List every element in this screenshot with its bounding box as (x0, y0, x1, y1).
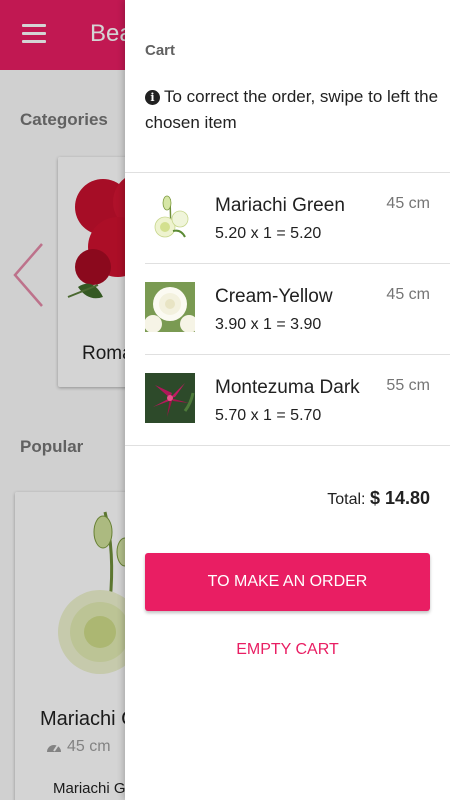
cart-item-calc: 5.20 x 1 = 5.20 (215, 225, 322, 242)
cart-item-size: 55 cm (386, 377, 430, 394)
cart-item-thumb (145, 191, 195, 241)
cart-hint: i To correct the order, swipe to left the… (145, 84, 445, 136)
cart-item-thumb (145, 282, 195, 332)
cart-item[interactable]: Montezuma Dark 55 cm 5.70 x 1 = 5.70 (125, 355, 450, 445)
total-label: Total: (327, 491, 366, 508)
cart-item[interactable]: Mariachi Green 45 cm 5.20 x 1 = 5.20 (125, 173, 450, 263)
cart-title: Cart (145, 42, 176, 59)
make-order-button[interactable]: To make an order (145, 553, 430, 611)
cart-item-calc: 3.90 x 1 = 3.90 (215, 316, 322, 333)
cart-item-size: 45 cm (386, 286, 430, 303)
total-value: $ 14.80 (369, 488, 430, 508)
cart-hint-text: To correct the order, swipe to left the … (145, 87, 439, 132)
cart-item-name: Montezuma Dark (215, 377, 360, 398)
cart-item-name: Cream-Yellow (215, 286, 333, 307)
cart-item-calc: 5.70 x 1 = 5.70 (215, 407, 322, 424)
cart-total: Total: $ 14.80 (327, 488, 430, 509)
cart-item-thumb (145, 373, 195, 423)
info-icon: i (145, 90, 160, 105)
divider (125, 445, 450, 446)
cart-item-size: 45 cm (386, 195, 430, 212)
empty-cart-button[interactable]: Empty cart (145, 630, 430, 670)
cart-item-name: Mariachi Green (215, 195, 345, 216)
cart-item[interactable]: Cream-Yellow 45 cm 3.90 x 1 = 3.90 (125, 264, 450, 354)
cart-drawer: Cart i To correct the order, swipe to lef… (125, 0, 450, 800)
